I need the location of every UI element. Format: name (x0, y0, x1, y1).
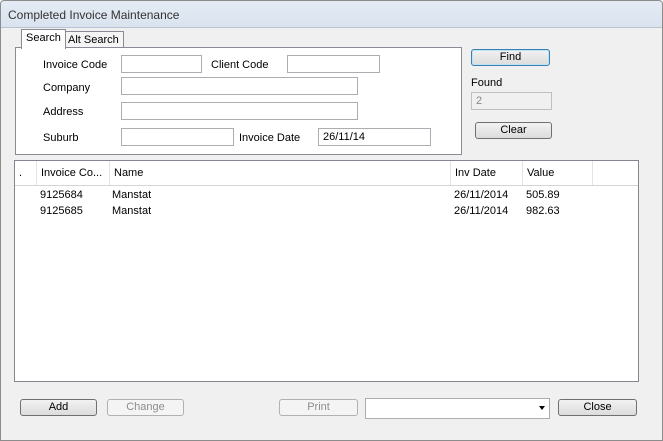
find-button[interactable]: Find (471, 49, 550, 66)
print-button: Print (279, 399, 358, 416)
invoice-code-input[interactable] (121, 55, 202, 73)
cell-invoice-code: 9125684 (40, 189, 83, 201)
col-header-inv-date[interactable]: Inv Date (451, 161, 523, 185)
col-header-value[interactable]: Value (523, 161, 593, 185)
invoice-maintenance-window: Completed Invoice Maintenance Search Alt… (0, 0, 663, 441)
suburb-label: Suburb (43, 132, 79, 144)
col-header-indicator[interactable]: . (15, 161, 37, 185)
cell-value: 982.63 (526, 205, 560, 217)
invoice-date-label: Invoice Date (239, 132, 301, 144)
cell-name: Manstat (112, 205, 152, 217)
col-header-name[interactable]: Name (110, 161, 451, 185)
print-options-select[interactable] (365, 398, 550, 419)
found-label: Found (471, 77, 503, 89)
company-input[interactable] (121, 77, 358, 95)
address-input[interactable] (121, 102, 358, 120)
company-label: Company (43, 82, 91, 94)
tab-search[interactable]: Search (21, 29, 66, 49)
grid-header: . Invoice Co... Name Inv Date Value (15, 161, 638, 186)
found-count-field: 2 (471, 92, 552, 110)
title-bar: Completed Invoice Maintenance (1, 1, 662, 28)
window-title: Completed Invoice Maintenance (8, 8, 180, 22)
close-button[interactable]: Close (558, 399, 637, 416)
dropdown-arrow-icon[interactable] (539, 406, 545, 410)
add-button[interactable]: Add (20, 399, 97, 416)
clear-button[interactable]: Clear (475, 122, 552, 139)
table-row[interactable]: 9125685 Manstat 26/11/2014 982.63 (15, 204, 638, 219)
client-code-label: Client Code (211, 59, 269, 71)
cell-inv-date: 26/11/2014 (454, 205, 509, 217)
address-label: Address (43, 106, 84, 118)
table-row[interactable]: 9125684 Manstat 26/11/2014 505.89 (15, 188, 638, 203)
invoice-date-input[interactable]: 26/11/14 (318, 128, 431, 146)
invoice-code-label: Invoice Code (43, 59, 108, 71)
cell-value: 505.89 (526, 189, 560, 201)
cell-invoice-code: 9125685 (40, 205, 83, 217)
client-code-input[interactable] (287, 55, 380, 73)
cell-name: Manstat (112, 189, 152, 201)
cell-inv-date: 26/11/2014 (454, 189, 509, 201)
change-button: Change (107, 399, 184, 416)
col-header-invoice-code[interactable]: Invoice Co... (37, 161, 110, 185)
suburb-input[interactable] (121, 128, 234, 146)
results-grid[interactable]: . Invoice Co... Name Inv Date Value 9125… (14, 160, 639, 382)
